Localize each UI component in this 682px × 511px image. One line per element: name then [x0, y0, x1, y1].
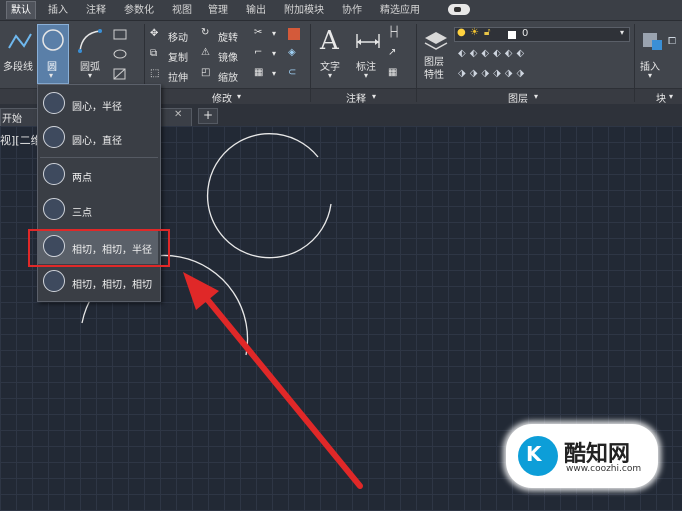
- tab-parametric[interactable]: 参数化: [120, 2, 158, 19]
- text-dropdown-icon[interactable]: ▾: [328, 71, 332, 80]
- menu-divider: [40, 157, 158, 158]
- scale-icon[interactable]: ◰: [201, 67, 210, 78]
- tab-view[interactable]: 视图: [168, 2, 196, 19]
- modify-panel-title[interactable]: 修改: [212, 90, 232, 105]
- dimension-icon[interactable]: [354, 28, 382, 54]
- polyline-icon[interactable]: [6, 28, 34, 54]
- layers-panel-title[interactable]: 图层: [508, 90, 528, 105]
- tab-addins[interactable]: 附加模块: [280, 2, 328, 19]
- menu-item-center-diameter[interactable]: 圆心，直径: [38, 122, 158, 155]
- menu-item-3-point[interactable]: 三点: [38, 194, 158, 227]
- circle-dropdown-arrow-icon[interactable]: ▾: [49, 71, 53, 80]
- unlock-icon: 🔓︎: [484, 27, 491, 38]
- fillet-dropdown-icon[interactable]: ▾: [272, 49, 276, 58]
- lightbulb-icon: ●: [457, 27, 466, 38]
- layer-color-swatch: [508, 31, 516, 39]
- circle-dropdown-menu: 圆心，半径 圆心，直径 两点 三点 相切，相切，半径 相切，相切，相切: [37, 84, 161, 302]
- file-tab-label: 开始: [2, 114, 22, 125]
- panel-separator: [310, 24, 311, 102]
- linear-dim-icon[interactable]: ├┤: [388, 27, 400, 38]
- drawn-circle-arc-upper: [206, 133, 332, 259]
- menu-item-tan-tan-tan[interactable]: 相切，相切，相切: [38, 266, 158, 299]
- menu-item-2-point[interactable]: 两点: [38, 159, 158, 192]
- fillet-icon[interactable]: ⌐: [254, 47, 262, 58]
- panel-separator: [634, 24, 635, 102]
- arc-icon[interactable]: [76, 27, 104, 55]
- layer-properties-label[interactable]: 图层 特性: [424, 56, 444, 82]
- trim-dropdown-icon[interactable]: ▾: [272, 29, 276, 38]
- rectangle-icon[interactable]: [112, 27, 130, 43]
- layer-dropdown[interactable]: [454, 27, 630, 42]
- tab-default[interactable]: 默认: [6, 1, 36, 19]
- ribbon-tab-bar: 默认 插入 注释 参数化 视图 管理 输出 附加模块 协作 精选应用: [0, 0, 682, 21]
- watermark-logo-icon: K: [518, 436, 558, 476]
- menu-item-label: 三点: [72, 208, 92, 219]
- mirror-icon[interactable]: ⚠: [201, 47, 210, 58]
- rotate-icon[interactable]: ↻: [201, 27, 209, 38]
- insert-dropdown-icon[interactable]: ▾: [648, 71, 652, 80]
- red-highlight-box: [28, 229, 170, 267]
- table-icon[interactable]: ▦: [388, 67, 397, 78]
- close-tab-icon[interactable]: ✕: [174, 109, 182, 120]
- circle-icon: [42, 29, 64, 51]
- scale-label[interactable]: 缩放: [218, 69, 238, 84]
- three-point-icon: [43, 198, 65, 220]
- stretch-label[interactable]: 拉伸: [168, 69, 188, 84]
- block-panel-title[interactable]: 块: [656, 90, 666, 105]
- watermark-url: www.coozhi.com: [566, 464, 642, 474]
- copy-label[interactable]: 复制: [168, 49, 188, 64]
- polyline-label[interactable]: 多段线: [3, 58, 33, 73]
- rotate-label[interactable]: 旋转: [218, 29, 238, 44]
- insert-block-icon[interactable]: [640, 28, 666, 54]
- mirror-label[interactable]: 镜像: [218, 49, 238, 64]
- center-diameter-icon: [43, 126, 65, 148]
- menu-item-center-radius[interactable]: 圆心，半径: [38, 88, 158, 121]
- menu-item-label: 两点: [72, 173, 92, 184]
- two-point-icon: [43, 163, 65, 185]
- arc-dropdown-arrow-icon[interactable]: ▾: [88, 71, 92, 80]
- menu-item-label: 圆心，直径: [72, 136, 122, 147]
- dimension-dropdown-icon[interactable]: ▾: [364, 71, 368, 80]
- move-icon[interactable]: ✥: [150, 28, 158, 39]
- red-arrow-annotation: [183, 272, 363, 489]
- plus-icon: +: [203, 108, 214, 122]
- layers-panel-arrow-icon[interactable]: ▾: [534, 92, 538, 101]
- modify-panel-arrow-icon[interactable]: ▾: [237, 92, 241, 101]
- tab-output[interactable]: 输出: [242, 2, 270, 19]
- tab-annotate[interactable]: 注释: [82, 2, 110, 19]
- offset-icon[interactable]: ⊂: [288, 67, 296, 78]
- annotation-panel-arrow-icon[interactable]: ▾: [372, 92, 376, 101]
- hatch-icon[interactable]: [112, 66, 130, 82]
- center-radius-icon: [43, 92, 65, 114]
- sun-icon: ☀: [470, 27, 479, 38]
- current-layer-name: 0: [522, 28, 529, 39]
- leader-icon[interactable]: ↗: [388, 47, 396, 58]
- tab-featured-apps[interactable]: 精选应用: [376, 2, 424, 19]
- array-icon[interactable]: ▦: [254, 67, 263, 78]
- copy-icon[interactable]: ⧉: [150, 48, 157, 59]
- move-label[interactable]: 移动: [168, 29, 188, 44]
- layer-tools-row1-icon[interactable]: ⬖⬖⬖⬖⬖⬖: [458, 48, 528, 59]
- ellipse-icon[interactable]: [112, 47, 130, 61]
- tab-collaborate[interactable]: 协作: [338, 2, 366, 19]
- stretch-icon[interactable]: ⬚: [150, 68, 159, 79]
- ribbon-toggle-icon[interactable]: [448, 4, 470, 15]
- erase-icon[interactable]: [288, 28, 300, 40]
- explode-icon[interactable]: ◈: [288, 47, 296, 58]
- layer-tools-row2-icon[interactable]: ⬗⬗⬗⬗⬗⬗: [458, 68, 528, 79]
- annotation-panel-title[interactable]: 注释: [346, 90, 366, 105]
- layer-properties-icon[interactable]: [422, 28, 450, 54]
- array-dropdown-icon[interactable]: ▾: [272, 69, 276, 78]
- text-icon[interactable]: A: [320, 26, 339, 56]
- tab-insert[interactable]: 插入: [44, 2, 72, 19]
- tab-manage[interactable]: 管理: [204, 2, 232, 19]
- layer-dropdown-arrow-icon[interactable]: ▾: [620, 28, 624, 37]
- block-panel-arrow-icon[interactable]: ▾: [669, 92, 673, 101]
- trim-icon[interactable]: ✂: [254, 27, 262, 38]
- tan-tan-tan-icon: [43, 270, 65, 292]
- block-tool-icon[interactable]: ⧠: [668, 36, 676, 47]
- menu-item-label: 圆心，半径: [72, 102, 122, 113]
- menu-item-label: 相切，相切，相切: [72, 280, 152, 291]
- panel-separator: [416, 24, 417, 102]
